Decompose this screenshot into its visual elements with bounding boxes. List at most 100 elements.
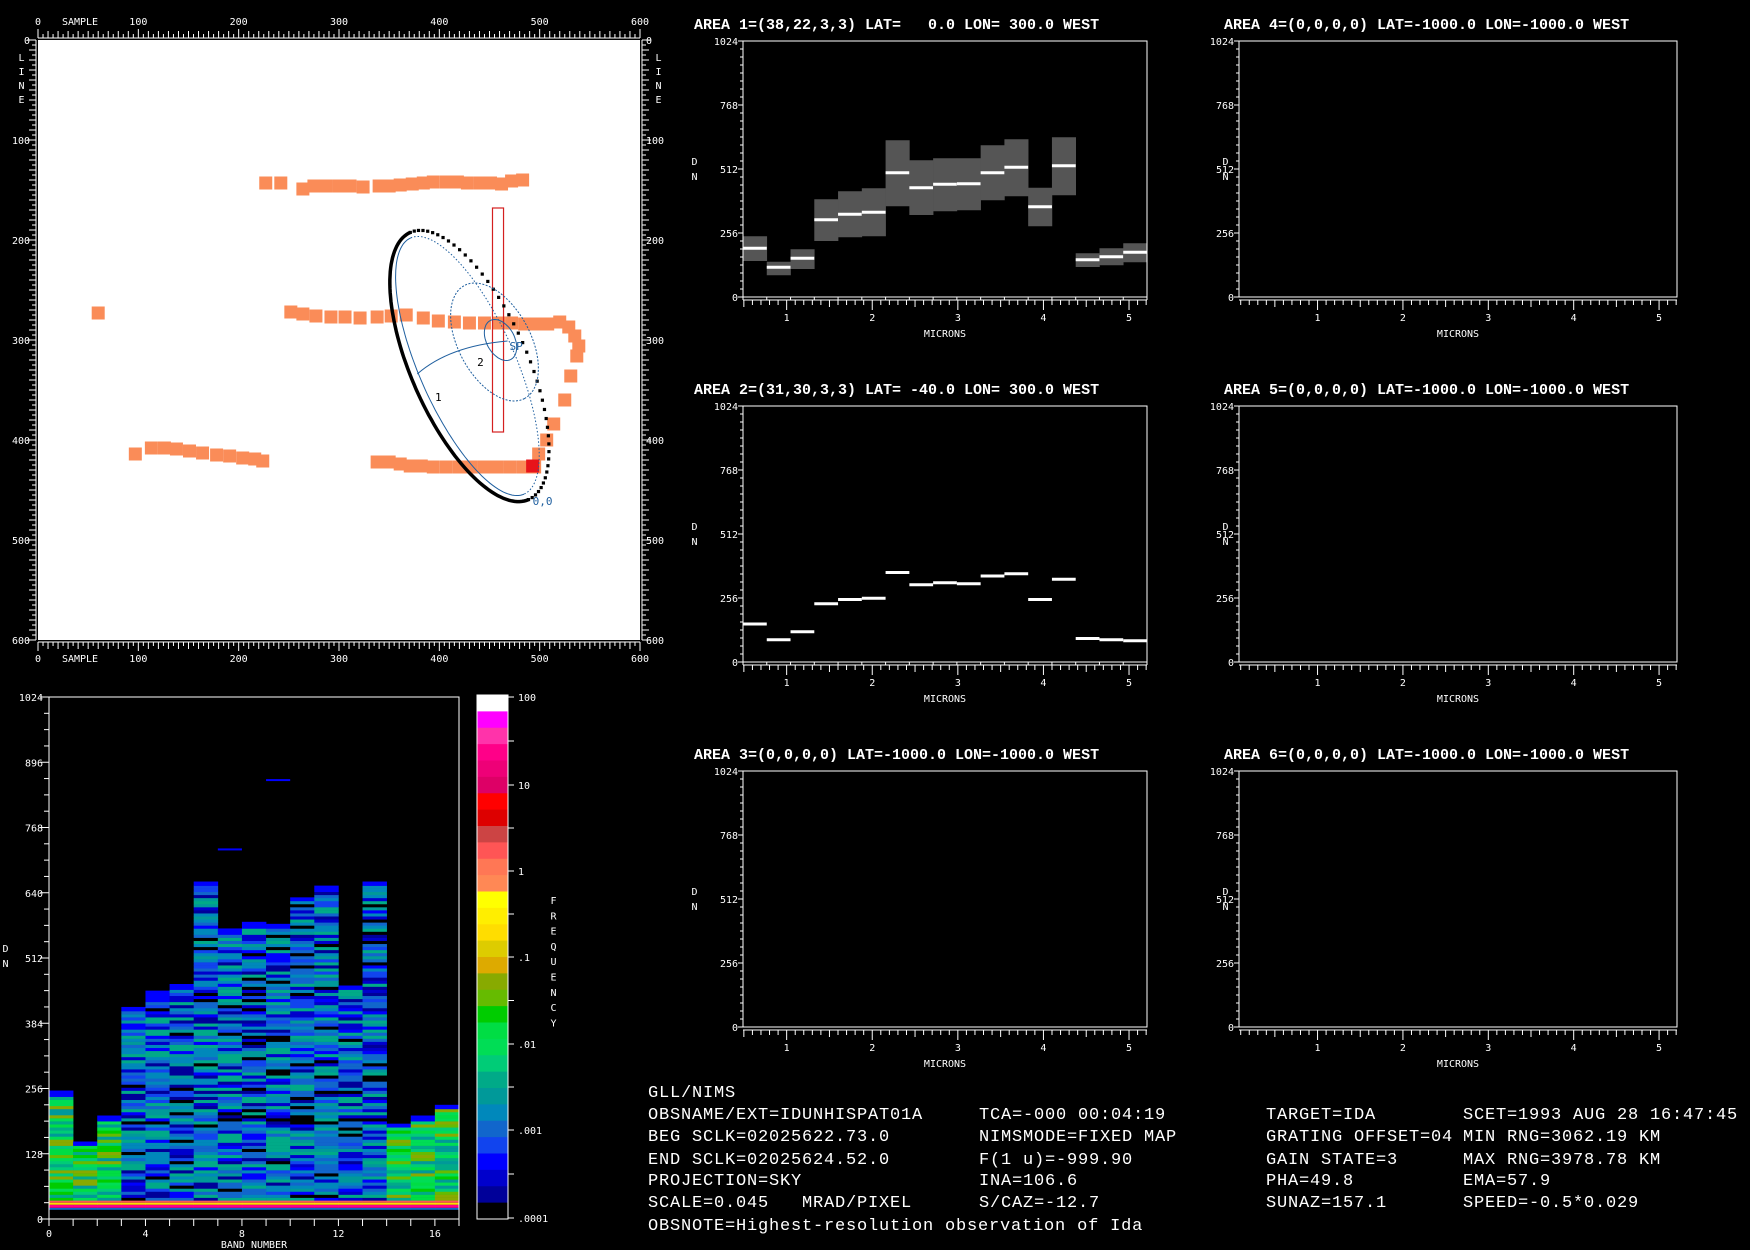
histogram-cell [217,1023,243,1027]
histogram-cell [314,1154,339,1159]
histogram-cell [49,1111,74,1116]
histogram-cell [217,1093,243,1097]
histogram-cell [266,1185,291,1189]
histogram-cell [314,1170,339,1174]
map-plot-area[interactable] [38,40,640,640]
histogram-cell [290,1207,315,1210]
histogram-cell [338,1038,363,1042]
histogram-cell [338,1053,363,1058]
histogram-cell [73,1160,98,1165]
origin-label: 0,0 [533,495,553,508]
histogram-cell [434,1145,460,1149]
histogram-cell [73,1170,98,1174]
info-field: TCA=-000 00:04:19 [979,1106,1167,1125]
histogram-cell [193,891,219,896]
spectrum-x-tick-label: 2 [1400,678,1406,689]
histogram-cell [217,1124,243,1128]
histogram-cell [145,1121,170,1125]
histogram-cell [121,1182,146,1186]
histogram-cell [314,1011,339,1015]
limb-outline-dot [502,304,506,308]
histogram-cell [217,937,243,941]
histogram-cell [338,1176,363,1180]
spectrum-y-tick-label: 1024 [714,37,738,48]
histogram-cell [290,925,315,929]
histogram-cell [266,1167,291,1171]
map-left-tick-label: 600 [12,636,30,647]
colorbar-swatch [477,1071,508,1089]
histogram-cell [410,1191,436,1195]
histogram-cell [145,1044,170,1049]
histogram-cell [145,995,170,1000]
histogram-cell [338,1041,363,1045]
histogram-cell [217,1173,243,1177]
histogram-cell [290,934,315,938]
histogram-cell [241,974,267,978]
histogram-cell [314,1093,339,1097]
histogram-cell [241,1072,267,1076]
info-field: END SCLK=02025624.52.0 [648,1151,891,1170]
histogram-cell [169,1200,195,1203]
histogram-cell [362,971,387,975]
histogram-cell [362,1004,387,1009]
histogram-cell [314,891,339,896]
histogram-cell [434,1133,460,1137]
colorbar-swatch [477,1104,508,1122]
histogram-cell [266,1118,291,1122]
histogram-cell [362,1014,387,1018]
colorbar-label: FREQUENCY [548,896,559,1034]
histogram-cell [49,1151,74,1156]
histogram-cell [145,1075,170,1079]
histogram-cell [266,1084,291,1088]
histogram-cell [362,980,387,984]
spectrum-title: AREA 6=(0,0,0,0) LAT=-1000.0 LON=-1000.0… [1224,747,1629,764]
histogram-cell [266,1081,291,1085]
histogram-cell [362,1032,387,1036]
spectrum-y-tick-label: 768 [1216,101,1234,112]
histogram-cell [241,1041,267,1045]
histogram-cell [290,913,315,917]
histogram-cell [145,1038,170,1042]
histogram-cell [266,1124,291,1128]
histogram-cell [266,1099,291,1104]
histogram-cell [169,1050,195,1055]
histogram-cell [362,1063,387,1067]
histogram-cell [290,1197,315,1201]
histogram-cell [362,1163,387,1168]
spectrum-mean-mark [1123,639,1147,643]
histogram-cell [169,1011,195,1015]
histogram-cell [362,1124,387,1128]
spectrum-y-tick-label: 768 [1216,466,1234,477]
histogram-cell [217,989,243,993]
spectrum-x-tick-label: 4 [1571,313,1577,324]
histogram-cell [241,928,267,932]
histogram-cell [193,1207,219,1210]
histogram-cell [362,943,387,948]
histogram-cell [266,1136,291,1140]
histogram-cell [386,1176,412,1180]
histogram-cell [217,1142,243,1146]
histogram-cell [410,1197,436,1201]
histogram-cell [217,1197,243,1201]
histogram-cell [241,1053,267,1058]
histogram-cell [314,980,339,984]
histogram-cell [290,1075,315,1079]
histogram-cell [97,1118,122,1122]
histogram-cell [169,1007,195,1012]
histogram-cell [193,1160,219,1165]
histogram-cell [362,934,387,938]
histogram-cell [314,1038,339,1042]
histogram-cell [362,1145,387,1149]
histogram-cell [97,1182,122,1186]
histogram-cell [362,949,387,954]
limb-outline-dot [512,322,516,326]
histogram-cell [314,1050,339,1055]
histogram-cell [241,1044,267,1049]
colorbar-swatch [477,875,508,892]
histogram-cell [314,1202,339,1205]
info-field: SPEED=-0.5*0.029 [1463,1194,1640,1213]
histogram-cell [193,1050,219,1055]
histogram-cell [241,1020,267,1024]
histogram-cell [241,1148,267,1153]
histogram-cell [169,1014,195,1018]
